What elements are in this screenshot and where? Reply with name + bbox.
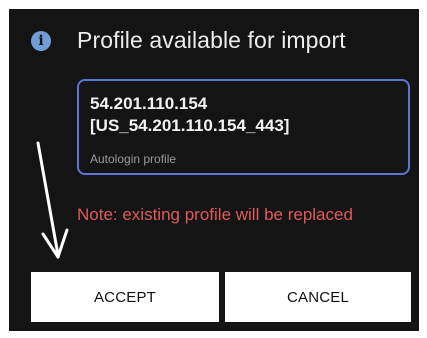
replace-warning-note: Note: existing profile will be replaced [77,205,353,224]
accept-button[interactable]: ACCEPT [31,272,219,322]
cancel-button[interactable]: CANCEL [225,272,411,322]
info-icon: i [31,31,51,51]
import-profile-dialog: i Profile available for import 54.201.11… [9,9,419,331]
profile-box: 54.201.110.154 [US_54.201.110.154_443] A… [77,79,410,175]
profile-type: Autologin profile [90,152,177,166]
profile-name: 54.201.110.154 [US_54.201.110.154_443] [90,94,290,135]
dialog-title: Profile available for import [77,27,346,53]
